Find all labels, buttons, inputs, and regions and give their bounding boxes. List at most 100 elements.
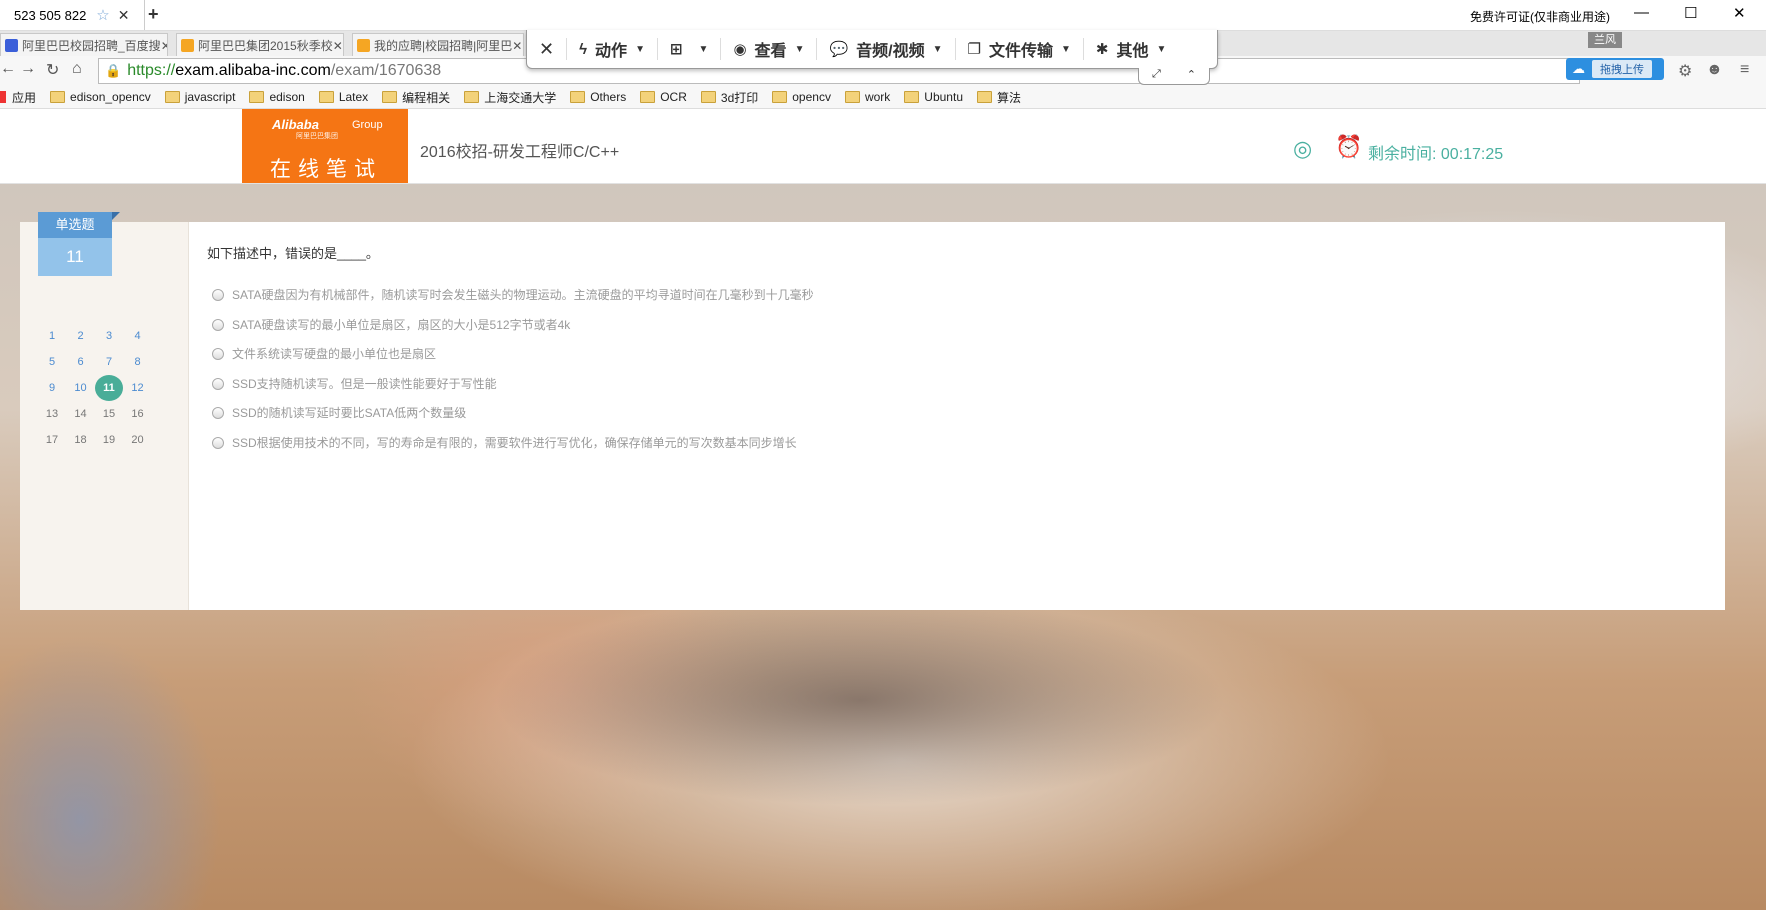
nav-question-10[interactable]: 10 [67,375,95,401]
nav-question-15[interactable]: 15 [95,401,123,427]
home-icon[interactable]: ⌂ [72,60,82,78]
bookmark-label: Ubuntu [924,90,963,104]
close-icon[interactable]: ✕ [333,39,343,53]
action-menu[interactable]: ϟ 动作 ▼ [567,38,658,60]
nav-question-11[interactable]: 11 [95,375,123,401]
radio-button[interactable] [212,436,224,449]
remaining-time: 剩余时间: 00:17:25 [1368,146,1504,163]
close-icon: ✕ [539,38,555,59]
maximize-icon[interactable]: ☐ [1684,4,1697,22]
question-number: 11 [38,238,112,276]
nav-question-16[interactable]: 16 [124,401,152,427]
bookmark-folder[interactable]: edison [249,90,305,104]
windows-menu[interactable]: ⊞ ▼ [658,38,722,60]
close-icon[interactable]: ✕ [512,39,522,53]
browser-tab-label: 我的应聘|校园招聘|阿里巴 [374,39,513,53]
bookmark-folder[interactable]: 3d打印 [700,89,758,106]
bookmark-folder[interactable]: OCR [640,90,687,104]
nav-question-2[interactable]: 2 [67,323,95,349]
bookmark-label: 编程相关 [402,90,451,105]
option-f[interactable]: SSD根据使用技术的不同，写的寿命是有限的，需要软件进行写优化，确保存储单元的写… [212,434,797,451]
nav-question-5[interactable]: 5 [38,349,66,375]
radio-button[interactable] [212,347,224,360]
radio-button[interactable] [212,318,224,331]
folder-icon [164,91,180,103]
close-icon[interactable]: ✕ [161,39,167,53]
remote-toolbar: ✕ ϟ 动作 ▼ ⊞ ▼ ◉ 查看 ▼ 💬 音频/视频 ▼ ❐ 文件传输 ▼ ✱ 其他 ▼ [526,30,1218,69]
option-b[interactable]: SATA硬盘读写的最小单位是扇区，扇区的大小是512字节或者4k [212,316,570,333]
chevron-down-icon: ▼ [1156,43,1167,55]
license-text: 免费许可证(仅非商业用途) [1470,10,1610,24]
chevron-up-icon[interactable]: ⌃ [1187,68,1196,84]
close-tab-icon[interactable]: ✕ [118,7,130,24]
nav-question-20[interactable]: 20 [124,427,152,453]
nav-question-12[interactable]: 12 [124,375,152,401]
nav-question-8[interactable]: 8 [124,349,152,375]
audio-video-menu[interactable]: 💬 音频/视频 ▼ [817,38,956,60]
ribbon-fold [112,212,120,220]
option-c[interactable]: 文件系统读写硬盘的最小单位也是扇区 [212,345,436,362]
chevron-down-icon: ▼ [635,43,645,55]
browser-tab-3[interactable]: 我的应聘|校园招聘|阿里巴 ✕ [352,33,524,57]
nav-question-4[interactable]: 4 [124,323,152,349]
bookmark-folder[interactable]: javascript [164,90,235,104]
minimize-icon[interactable]: — [1634,4,1649,21]
back-icon[interactable]: ← [0,60,16,78]
nav-question-9[interactable]: 9 [38,375,66,401]
alibaba-favicon-icon [181,39,194,52]
logo-group: Group [352,119,383,131]
bookmark-folder[interactable]: edison_opencv [50,90,151,104]
apps-bookmark[interactable]: 应用 [0,89,36,106]
session-tab[interactable]: 523 505 822 ☆ ✕ [0,0,145,30]
file-transfer-menu[interactable]: ❐ 文件传输 ▼ [956,38,1084,60]
chevron-down-icon: ▼ [932,43,943,55]
nav-question-6[interactable]: 6 [67,349,95,375]
alarm-clock-icon: ⏰ [1335,134,1363,159]
nav-question-14[interactable]: 14 [67,401,95,427]
bookmark-folder[interactable]: work [844,90,891,104]
star-icon[interactable]: ☆ [96,6,109,24]
puzzle-icon: ✱ [1095,41,1109,58]
bookmark-folder[interactable]: Ubuntu [904,90,963,104]
nav-question-17[interactable]: 17 [38,427,66,453]
bookmark-folder[interactable]: Others [570,90,626,104]
nav-question-13[interactable]: 13 [38,401,66,427]
nav-question-3[interactable]: 3 [95,323,123,349]
nav-question-18[interactable]: 18 [67,427,95,453]
radio-button[interactable] [212,288,224,301]
radio-button[interactable] [212,377,224,390]
option-e[interactable]: SSD的随机读写延时要比SATA低两个数量级 [212,404,466,421]
close-session-button[interactable]: ✕ [527,38,568,60]
new-tab-icon[interactable]: + [148,4,159,25]
option-d[interactable]: SSD支持随机读写。但是一般读性能要好于写性能 [212,375,497,392]
forward-icon[interactable]: → [20,60,36,78]
bookmark-folder[interactable]: 上海交通大学 [464,89,556,106]
reload-icon[interactable]: ↻ [46,60,59,80]
bookmark-folder[interactable]: 算法 [977,89,1021,106]
alibaba-favicon-icon [357,39,370,52]
fullscreen-icon[interactable]: ⤢ [1152,68,1161,84]
bookmark-label: work [864,90,891,104]
bookmark-folder[interactable]: Latex [318,90,368,104]
bookmarks-bar: 应用 edison_opencv javascript edison Latex… [0,86,1766,109]
bookmark-label: Others [590,90,627,104]
bookmark-folder[interactable]: opencv [772,90,831,104]
radio-button[interactable] [212,406,224,419]
option-a[interactable]: SATA硬盘因为有机械部件，随机读写时会发生磁头的物理运动。主流硬盘的平均寻道时… [212,286,814,303]
view-menu[interactable]: ◉ 查看 ▼ [721,38,818,60]
other-menu[interactable]: ✱ 其他 ▼ [1084,38,1179,60]
bookmark-label: edison_opencv [70,90,151,104]
browser-tab-1[interactable]: 阿里巴巴校园招聘_百度搜 ✕ [0,33,168,57]
nav-question-1[interactable]: 1 [38,323,66,349]
browser-tab-2[interactable]: 阿里巴巴集团2015秋季校 ✕ [176,33,344,57]
drag-upload-button[interactable]: ☁ 拖拽上传 [1566,58,1664,80]
drag-upload-label: 拖拽上传 [1592,60,1652,78]
alibaba-logo: Alibaba Group 阿里巴巴集团 在线笔试 [242,109,408,183]
ghost-icon[interactable]: ☻ [1706,61,1723,79]
bookmark-folder[interactable]: 编程相关 [382,89,450,106]
nav-question-7[interactable]: 7 [95,349,123,375]
nav-question-19[interactable]: 19 [95,427,123,453]
close-window-icon[interactable]: ✕ [1733,4,1746,22]
extension-icon[interactable]: ⚙ [1678,61,1692,81]
menu-icon[interactable]: ≡ [1740,61,1749,79]
